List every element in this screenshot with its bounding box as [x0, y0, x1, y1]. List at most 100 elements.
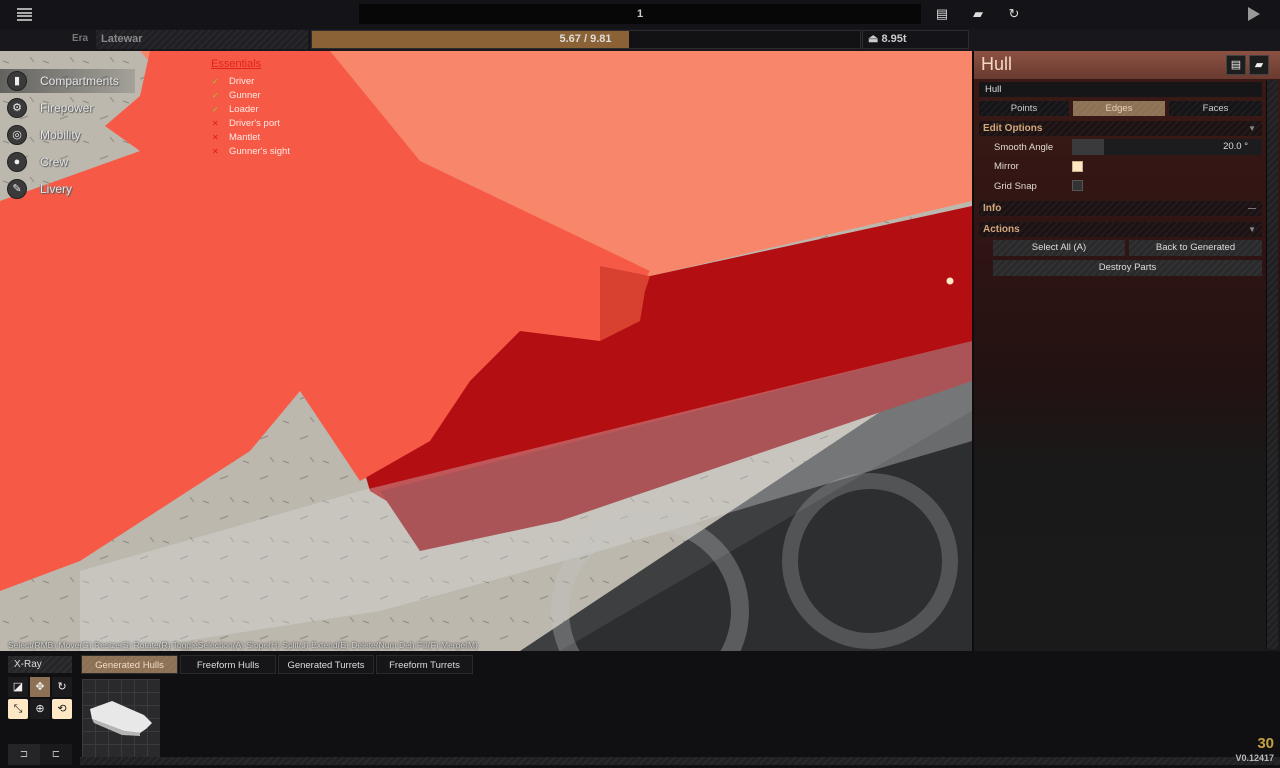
nav-mobility[interactable]: ◎ Mobility: [0, 123, 81, 147]
info-header[interactable]: Info —: [979, 201, 1262, 216]
weight-display: ⏏ 8.95t: [862, 30, 969, 49]
globe-tool-icon[interactable]: ⊕: [30, 699, 50, 719]
check-icon: ✓: [212, 105, 219, 114]
nav-label: Compartments: [40, 74, 119, 88]
mirror-label: Mirror: [994, 161, 1019, 172]
actions-header[interactable]: Actions ▼: [979, 222, 1262, 237]
orbit-tool-icon[interactable]: ⟲: [52, 699, 72, 719]
nav-label: Livery: [40, 182, 73, 196]
livery-icon: ✎: [7, 179, 27, 199]
essential-label: Loader: [229, 104, 259, 115]
essential-label: Driver: [229, 76, 255, 87]
menu-button[interactable]: [17, 8, 32, 21]
compartments-icon: ▮: [7, 71, 27, 91]
hull-panel: Hull ▤ ▰ Hull Points Edges Faces Edit Op…: [972, 51, 1280, 651]
mirror-checkbox[interactable]: [1072, 161, 1083, 172]
check-icon: ✓: [212, 91, 219, 100]
3d-viewport[interactable]: ▮ Compartments ⚙ Firepower ◎ Mobility ● …: [0, 51, 972, 651]
refresh-button[interactable]: ↻: [1006, 6, 1022, 22]
nav-livery[interactable]: ✎ Livery: [0, 177, 72, 201]
scale-tool-icon[interactable]: ◪: [8, 677, 28, 697]
hamburger-line: [17, 18, 32, 21]
version-label: V0.12417: [1235, 753, 1274, 763]
load-button[interactable]: ▰: [970, 6, 986, 22]
essential-label: Gunner: [229, 90, 261, 101]
nav-label: Mobility: [40, 128, 81, 142]
essential-item: ✓ Loader: [212, 104, 259, 115]
tab-freeform-turrets[interactable]: Freeform Turrets: [376, 655, 473, 674]
hull-name-field[interactable]: Hull: [979, 82, 1262, 97]
panel-scrollbar[interactable]: [1266, 80, 1278, 649]
nav-label: Firepower: [40, 101, 94, 115]
essential-item: ✕ Driver's port: [212, 118, 280, 129]
cross-icon: ✕: [212, 119, 219, 128]
selected-vertex[interactable]: [946, 277, 954, 285]
smooth-angle-label: Smooth Angle: [994, 142, 1054, 153]
budget-progress-bar: 5.67 / 9.81: [311, 30, 861, 49]
rotate-tool-icon[interactable]: ↻: [52, 677, 72, 697]
essential-item: ✕ Mantlet: [212, 132, 260, 143]
grid-snap-checkbox[interactable]: [1072, 180, 1083, 191]
tab-faces[interactable]: Faces: [1169, 101, 1262, 116]
mobility-icon: ◎: [7, 125, 27, 145]
vehicle-name-field[interactable]: 1: [359, 4, 921, 24]
nav-label: Crew: [40, 155, 69, 169]
hamburger-icon: [17, 8, 32, 10]
chevron-down-icon: ▼: [1248, 124, 1256, 133]
folder-open-icon: ▰: [973, 6, 983, 21]
essential-item: ✓ Driver: [212, 76, 254, 87]
panel-header: Hull ▤ ▰: [974, 51, 1280, 79]
smooth-angle-slider[interactable]: 20.0 °: [1072, 139, 1262, 155]
floppy-disk-icon: ▤: [935, 6, 949, 21]
tab-generated-hulls[interactable]: Generated Hulls: [81, 655, 178, 674]
top-bar: 1 ▤ ▰ ↻: [0, 0, 1280, 29]
refresh-icon: ↻: [1008, 6, 1020, 21]
essential-item: ✕ Gunner's sight: [212, 146, 290, 157]
panel-save-button[interactable]: ▤: [1226, 55, 1246, 75]
essential-item: ✓ Gunner: [212, 90, 261, 101]
nav-crew[interactable]: ● Crew: [0, 150, 68, 174]
floppy-disk-icon: ▤: [1230, 59, 1242, 71]
weight-value: 8.95t: [881, 33, 907, 45]
tab-freeform-hulls[interactable]: Freeform Hulls: [180, 655, 276, 674]
back-to-generated-button[interactable]: Back to Generated: [1129, 240, 1262, 256]
undo-redo-group: ⊐ ⊏: [8, 744, 72, 765]
tab-generated-turrets[interactable]: Generated Turrets: [278, 655, 374, 674]
keyboard-hints: Select(RMB) Move(G) Resize(S) Rotate(R) …: [8, 640, 478, 650]
era-label: Era: [72, 33, 89, 44]
firepower-icon: ⚙: [7, 98, 27, 118]
panel-load-button[interactable]: ▰: [1249, 55, 1269, 75]
save-button[interactable]: ▤: [934, 6, 950, 22]
select-all-button[interactable]: Select All (A): [993, 240, 1125, 256]
nav-compartments[interactable]: ▮ Compartments: [0, 69, 135, 93]
play-button[interactable]: [1248, 7, 1260, 21]
edit-options-header[interactable]: Edit Options ▼: [979, 121, 1262, 136]
weight-icon: ⏏: [868, 33, 879, 45]
hamburger-line: [17, 11, 32, 14]
collapse-icon: —: [1248, 204, 1256, 213]
check-icon: ✓: [212, 77, 219, 86]
cross-icon: ✕: [212, 133, 219, 142]
undo-icon[interactable]: ⊐: [8, 744, 40, 765]
cross-icon: ✕: [212, 147, 219, 156]
smooth-angle-value: 20.0 °: [1223, 141, 1248, 152]
redo-icon[interactable]: ⊏: [40, 744, 72, 765]
essential-label: Mantlet: [229, 132, 261, 143]
hull-part-thumbnail[interactable]: [82, 679, 160, 757]
section-title: Actions: [983, 224, 1020, 235]
hull-part-shape: [90, 701, 152, 736]
nav-firepower[interactable]: ⚙ Firepower: [0, 96, 93, 120]
move-tool-icon[interactable]: ✥: [30, 677, 50, 697]
grid-snap-label: Grid Snap: [994, 181, 1037, 192]
tab-edges[interactable]: Edges: [1073, 101, 1165, 116]
viewport-scene: [0, 51, 972, 651]
essential-label: Gunner's sight: [229, 146, 290, 157]
era-dropdown[interactable]: Latewar: [96, 30, 308, 49]
snap-tool-icon[interactable]: ⤡: [8, 699, 28, 719]
section-title: Edit Options: [983, 123, 1043, 134]
tab-points[interactable]: Points: [979, 101, 1069, 116]
chevron-down-icon: ▼: [1248, 225, 1256, 234]
xray-toggle[interactable]: X-Ray: [8, 656, 72, 673]
bottom-scrollbar[interactable]: [80, 757, 1280, 765]
destroy-parts-button[interactable]: Destroy Parts: [993, 260, 1262, 276]
